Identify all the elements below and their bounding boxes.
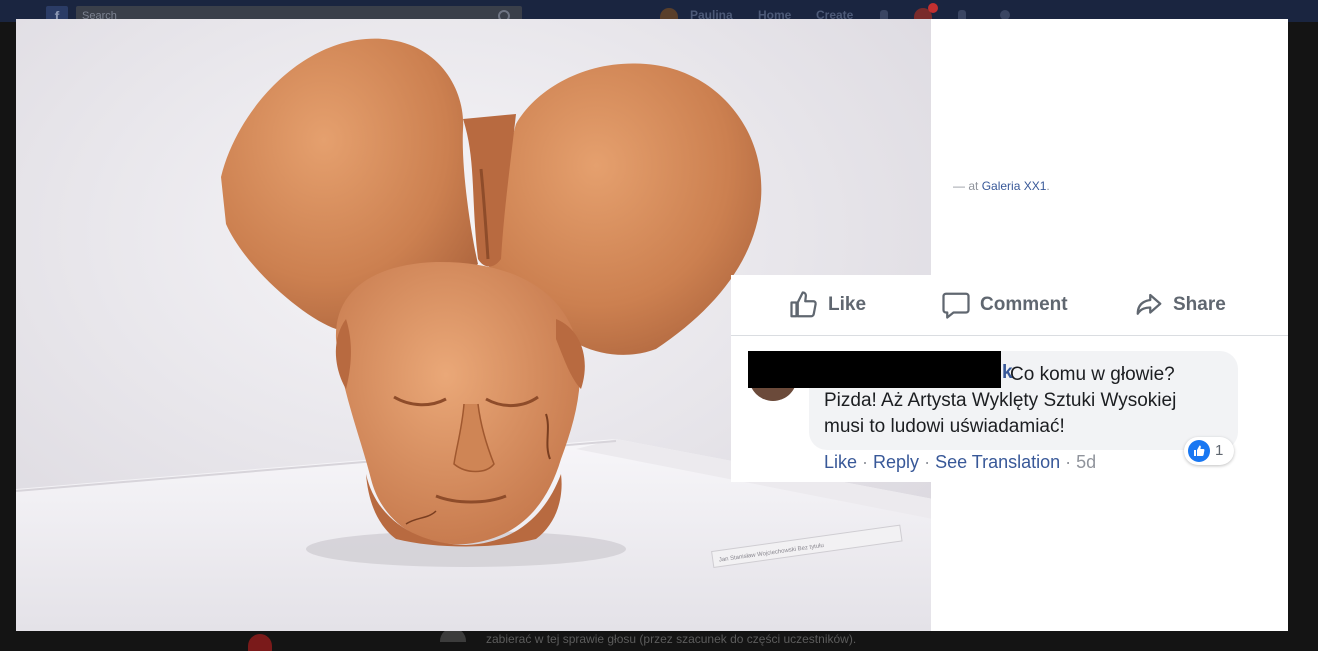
location-prefix: — at <box>953 179 982 193</box>
comment-icon <box>942 292 970 319</box>
separator: · <box>1065 452 1072 472</box>
comment-line-2: Pizda! Aż Artysta Wyklęty Sztuki Wysokie… <box>824 390 1177 411</box>
comment-button[interactable]: Comment <box>941 289 1068 321</box>
comment-text: Co komu w głowie? Pizda! Aż Artysta Wykl… <box>824 362 1224 440</box>
notification-badge <box>928 3 938 13</box>
comment-line-1: Co komu w głowie? <box>1010 364 1175 385</box>
comment-like-link[interactable]: Like <box>824 452 857 472</box>
comment-label: Comment <box>980 294 1068 315</box>
reaction-summary[interactable]: 1 <box>1184 437 1234 465</box>
share-button[interactable]: Share <box>1134 289 1226 321</box>
engagement-card: Like Comment Share Co komu w głowie? Piz… <box>731 275 1288 482</box>
background-reaction-icon <box>248 634 272 651</box>
like-label: Like <box>828 294 867 315</box>
separator: · <box>924 452 931 472</box>
action-bar: Like Comment Share <box>731 275 1288 336</box>
comment-reply-link[interactable]: Reply <box>873 452 919 472</box>
location-suffix: . <box>1046 179 1050 193</box>
like-button[interactable]: Like <box>789 289 866 321</box>
separator: · <box>862 452 869 472</box>
comment-line-3: musi to ludowi uświadamiać! <box>824 416 1065 437</box>
location-link[interactable]: Galeria XX1 <box>982 179 1047 193</box>
reaction-count: 1 <box>1215 442 1224 459</box>
commenter-name[interactable]: k <box>1002 362 1013 384</box>
comment-timestamp[interactable]: 5d <box>1076 452 1096 472</box>
location-tag: — at Galeria XX1. <box>953 179 1050 193</box>
thumbs-up-icon <box>1188 440 1210 462</box>
share-label: Share <box>1173 294 1226 315</box>
background-post-text: zabierać w tej sprawie głosu (przez szac… <box>486 632 857 646</box>
comment-actions: Like · Reply · See Translation · 5d <box>824 452 1096 473</box>
share-icon <box>1136 293 1162 315</box>
see-translation-link[interactable]: See Translation <box>935 452 1060 472</box>
thumbs-up-icon <box>790 291 817 318</box>
